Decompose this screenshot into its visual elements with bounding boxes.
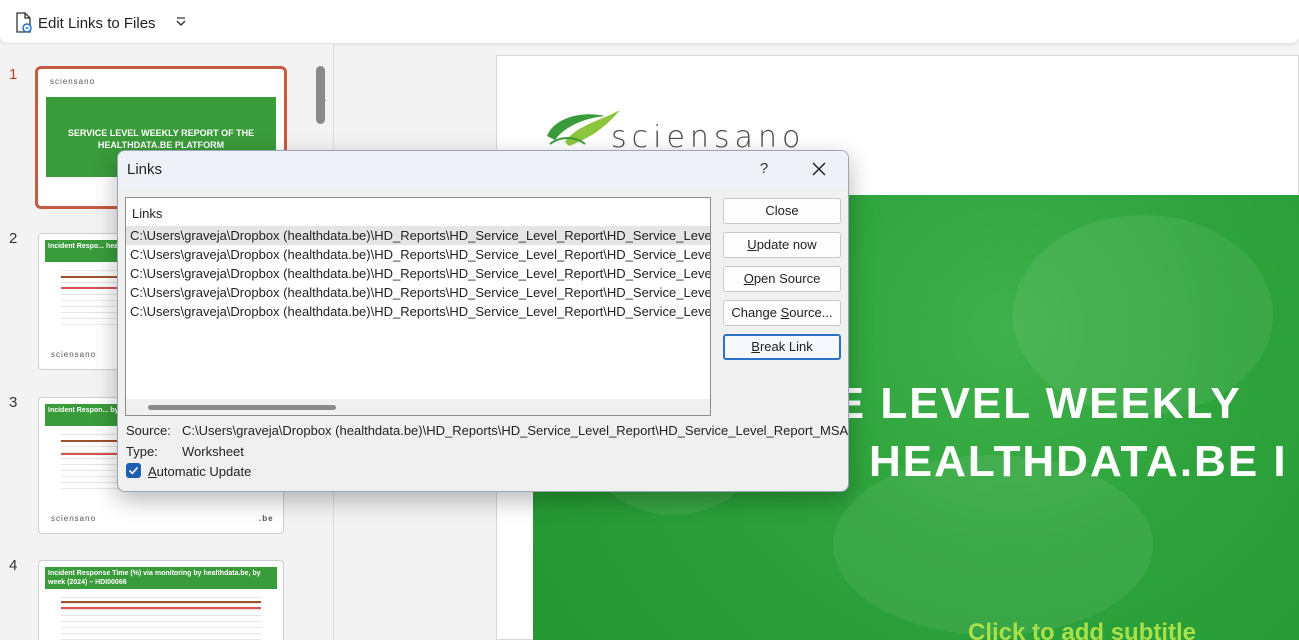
automatic-update-text: utomatic Update	[156, 464, 252, 479]
thumb-footer: .be	[259, 514, 274, 523]
automatic-update-checkbox[interactable]	[126, 463, 141, 478]
thumb-title-band: Incident Response Time (%) via monitorin…	[45, 567, 277, 589]
horizontal-scrollbar-thumb[interactable]	[148, 405, 336, 410]
quick-access-toolbar: Edit Links to Files	[0, 0, 1299, 44]
link-item[interactable]: C:\Users\graveja\Dropbox (healthdata.be)…	[126, 226, 710, 245]
mnemonic: A	[148, 464, 157, 479]
mnemonic: U	[747, 237, 757, 252]
thumb-chart-line	[61, 287, 121, 289]
dialog-titlebar[interactable]: Links ?	[118, 151, 848, 187]
horizontal-scrollbar[interactable]	[126, 399, 710, 415]
edit-links-to-files-button[interactable]: Edit Links to Files	[38, 15, 156, 32]
type-label: Type:	[126, 444, 158, 459]
sciensano-logo: sciensano	[545, 106, 815, 155]
link-item[interactable]: C:\Users\graveja\Dropbox (healthdata.be)…	[126, 283, 710, 302]
checkmark-icon	[128, 466, 139, 475]
slide-number-2: 2	[9, 230, 18, 247]
break-link-button[interactable]: Break Link	[723, 334, 841, 360]
mnemonic: S	[780, 305, 790, 320]
subtitle-placeholder[interactable]: Click to add subtitle	[968, 619, 1196, 640]
thumb-chart-line	[61, 276, 121, 278]
thumb-chart-gridlines	[61, 597, 261, 640]
update-now-button[interactable]: Update now	[723, 232, 841, 258]
sciensano-logo: sciensano	[50, 77, 96, 86]
chevron-down-icon[interactable]	[174, 15, 188, 29]
mnemonic: B	[751, 339, 760, 354]
update-now-label: pdate now	[756, 237, 817, 252]
automatic-update-label[interactable]: Automatic Update	[148, 464, 251, 479]
thumb-title: SERVICE LEVEL WEEKLY REPORT OF THE HEALT…	[67, 128, 255, 150]
thumb-title: Incident Response Time (%) via monitorin…	[48, 570, 261, 586]
open-source-button[interactable]: Open Source	[723, 266, 841, 292]
close-button[interactable]: Close	[723, 198, 841, 224]
source-label: Source:	[126, 423, 171, 438]
slide-title-line-2: HEALTHDATA.BE I	[869, 437, 1288, 486]
dialog-title: Links	[127, 161, 163, 178]
links-list: C:\Users\graveja\Dropbox (healthdata.be)…	[126, 226, 710, 321]
slide-thumbnail-4[interactable]: Incident Response Time (%) via monitorin…	[38, 560, 284, 640]
type-value: Worksheet	[182, 444, 244, 459]
change-source-label-rest: ource...	[789, 305, 833, 320]
slide-title-line-1: CE LEVEL WEEKLY	[801, 379, 1242, 428]
sciensano-logo: sciensano	[51, 514, 97, 523]
change-source-button[interactable]: Change Source...	[723, 300, 841, 326]
vertical-scrollbar-thumb[interactable]	[316, 66, 325, 124]
slide-number-1: 1	[9, 66, 18, 83]
link-item[interactable]: C:\Users\graveja\Dropbox (healthdata.be)…	[126, 245, 710, 264]
break-link-label: reak Link	[759, 339, 813, 354]
link-item[interactable]: C:\Users\graveja\Dropbox (healthdata.be)…	[126, 302, 710, 321]
slide-number-4: 4	[9, 557, 18, 574]
links-column-header: Links	[132, 206, 163, 221]
thumb-chart-line	[61, 601, 261, 603]
thumb-chart-line	[61, 607, 261, 609]
source-value: C:\Users\graveja\Dropbox (healthdata.be)…	[182, 423, 849, 438]
mnemonic: O	[743, 271, 754, 286]
links-listbox[interactable]: Links C:\Users\graveja\Dropbox (healthda…	[125, 197, 711, 416]
close-icon[interactable]	[808, 159, 830, 179]
sciensano-logo: sciensano	[51, 350, 97, 359]
links-dialog: Links ? Links C:\Users\graveja\Dropbox (…	[117, 150, 849, 492]
open-source-label: pen Source	[753, 271, 821, 286]
linked-document-icon[interactable]	[14, 12, 34, 34]
link-item[interactable]: C:\Users\graveja\Dropbox (healthdata.be)…	[126, 264, 710, 283]
change-source-label: Change	[731, 305, 781, 320]
slide-number-3: 3	[9, 394, 18, 411]
close-button-label: Close	[765, 203, 799, 218]
help-button[interactable]: ?	[756, 160, 772, 177]
